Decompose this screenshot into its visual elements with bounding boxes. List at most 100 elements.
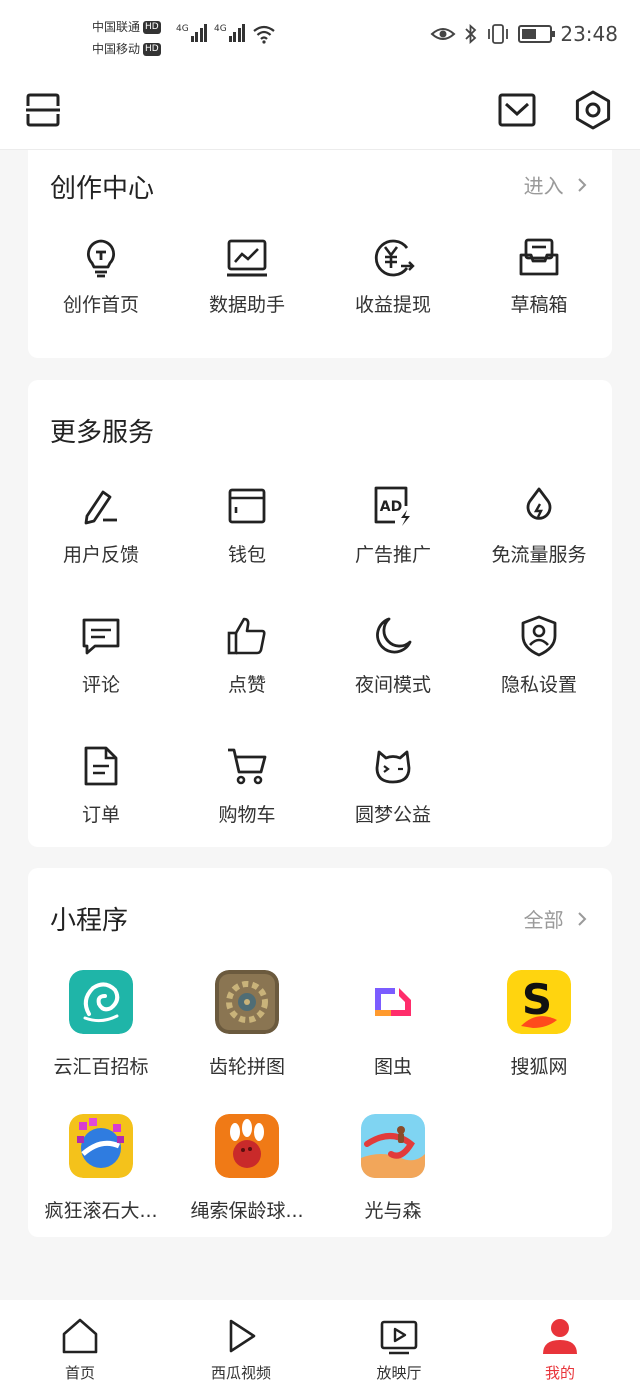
enter-link-label: 进入 [523, 174, 564, 198]
service-item-free-data[interactable]: 免流量服务 [466, 484, 612, 567]
mini-program-tuchong[interactable]: 图虫 [320, 970, 466, 1079]
person-icon [543, 1319, 577, 1354]
nav-xigua-video[interactable]: 西瓜视频 [181, 1316, 301, 1383]
mini-programs-card: 小程序 全部 云汇百招标 齿轮拼图 图虫 S 搜狐网 疯狂滚石大... 绳索保龄… [28, 868, 612, 1237]
creation-item-data[interactable]: 数据助手 [174, 236, 320, 317]
creation-item-label: 草稿箱 [510, 294, 568, 316]
moon-icon [376, 617, 412, 654]
service-item-cart[interactable]: 购物车 [174, 744, 320, 827]
battery-icon [518, 25, 556, 43]
creation-item-label: 创作首页 [62, 294, 139, 316]
mini-program-label: 疯狂滚石大... [44, 1200, 158, 1222]
service-item-charity[interactable]: 圆梦公益 [320, 744, 466, 827]
vibrate-icon [488, 24, 509, 44]
more-services-title: 更多服务 [50, 418, 155, 448]
signal-icon: 4G [176, 24, 209, 42]
yunhui-logo-icon [69, 970, 133, 1034]
nav-label: 西瓜视频 [210, 1364, 271, 1382]
service-item-night-mode[interactable]: 夜间模式 [320, 614, 466, 697]
service-item-label: 点赞 [227, 674, 266, 696]
svg-text:AD: AD [380, 499, 402, 515]
mini-programs-all-link[interactable]: 全部 [524, 904, 588, 933]
chart-monitor-icon [227, 239, 267, 277]
service-item-label: 购物车 [218, 804, 276, 826]
mini-program-sohu[interactable]: S 搜狐网 [466, 970, 612, 1079]
bottom-nav: 首页 西瓜视频 放映厅 我的 [0, 1300, 640, 1387]
creation-center-card: 创作中心 进入 创作首页 数据助手 收益提现 草稿箱 [28, 150, 612, 358]
carrier-2-name: 中国移动 [92, 42, 141, 56]
service-item-wallet[interactable]: 钱包 [174, 484, 320, 567]
service-item-label: 免流量服务 [491, 544, 587, 566]
creation-item-label: 收益提现 [354, 294, 431, 316]
yuan-withdraw-icon [374, 239, 415, 277]
crazy-rolling-stone-logo-icon [69, 1114, 133, 1178]
more-services-card: 更多服务 用户反馈 钱包 AD 广告推广 免流量服务 评论 点赞 夜间模式 隐私… [28, 380, 612, 847]
nav-home[interactable]: 首页 [20, 1316, 140, 1383]
home-icon [62, 1318, 98, 1354]
order-document-icon [84, 746, 118, 786]
tv-play-icon [380, 1320, 418, 1355]
service-item-label: 用户反馈 [62, 544, 139, 566]
chevron-right-icon [578, 178, 587, 192]
service-item-likes[interactable]: 点赞 [174, 614, 320, 697]
hd-badge: HD [143, 42, 161, 56]
carrier-1-name: 中国联通 [92, 20, 141, 34]
service-item-orders[interactable]: 订单 [28, 744, 174, 827]
service-item-comments[interactable]: 评论 [28, 614, 174, 697]
top-bar [0, 72, 640, 150]
service-item-label: 订单 [81, 804, 120, 826]
service-item-privacy[interactable]: 隐私设置 [466, 614, 612, 697]
rope-bowling-logo-icon [215, 1114, 279, 1178]
mini-programs-title: 小程序 [50, 906, 129, 936]
service-item-label: 广告推广 [354, 544, 431, 566]
carrier-info: 中国联通 HD 中国移动 HD [92, 16, 161, 60]
creation-item-home[interactable]: 创作首页 [28, 236, 174, 317]
mini-program-label: 云汇百招标 [53, 1056, 149, 1078]
nav-me[interactable]: 我的 [500, 1316, 620, 1383]
comment-icon [82, 618, 120, 655]
wifi-icon [253, 25, 275, 44]
creation-center-enter-link[interactable]: 进入 [524, 170, 588, 199]
network-type-label: 4G [214, 24, 227, 34]
service-item-label: 钱包 [227, 544, 266, 566]
gear-puzzle-logo-icon [215, 970, 279, 1034]
mini-program-rope-bowling[interactable]: 绳索保龄球... [174, 1114, 320, 1223]
privacy-shield-icon [521, 615, 557, 657]
mini-program-label: 光与森 [364, 1200, 422, 1222]
drafts-box-icon [519, 238, 559, 276]
thumbs-up-icon [227, 617, 266, 655]
all-link-label: 全部 [523, 908, 564, 932]
service-item-feedback[interactable]: 用户反馈 [28, 484, 174, 567]
nav-label: 首页 [64, 1364, 95, 1382]
creation-item-earnings[interactable]: 收益提现 [320, 236, 466, 317]
wallet-icon [228, 488, 266, 524]
nav-label: 我的 [544, 1364, 575, 1382]
nav-label: 放映厅 [376, 1364, 422, 1382]
service-item-label: 隐私设置 [500, 674, 577, 696]
mini-program-label: 搜狐网 [510, 1056, 568, 1078]
bluetooth-icon [465, 24, 477, 44]
signal-icon: 4G [214, 24, 247, 42]
gear-icon[interactable] [573, 90, 613, 130]
nav-cinema[interactable]: 放映厅 [339, 1316, 459, 1383]
shopping-cart-icon [228, 748, 267, 785]
service-item-ads[interactable]: AD 广告推广 [320, 484, 466, 567]
cat-face-icon [375, 750, 411, 784]
service-item-label: 夜间模式 [354, 674, 431, 696]
scan-icon[interactable] [23, 90, 63, 130]
mini-program-label: 图虫 [373, 1056, 412, 1078]
service-item-label: 评论 [81, 674, 120, 696]
status-bar: 中国联通 HD 中国移动 HD 4G 4G 23:48 [0, 0, 640, 72]
drop-icon [526, 487, 552, 520]
creation-item-drafts[interactable]: 草稿箱 [466, 236, 612, 317]
mini-program-crazy-rolling-stone[interactable]: 疯狂滚石大... [28, 1114, 174, 1223]
play-icon [229, 1319, 256, 1353]
mini-program-light-and-forest[interactable]: 光与森 [320, 1114, 466, 1223]
mini-program-gear-puzzle[interactable]: 齿轮拼图 [174, 970, 320, 1079]
mail-icon[interactable] [497, 90, 537, 130]
mini-program-yunhui[interactable]: 云汇百招标 [28, 970, 174, 1079]
svg-text:S: S [522, 975, 552, 1024]
tuchong-logo-icon [361, 970, 425, 1034]
mini-program-label: 绳索保龄球... [190, 1200, 304, 1222]
light-and-forest-logo-icon [361, 1114, 425, 1178]
